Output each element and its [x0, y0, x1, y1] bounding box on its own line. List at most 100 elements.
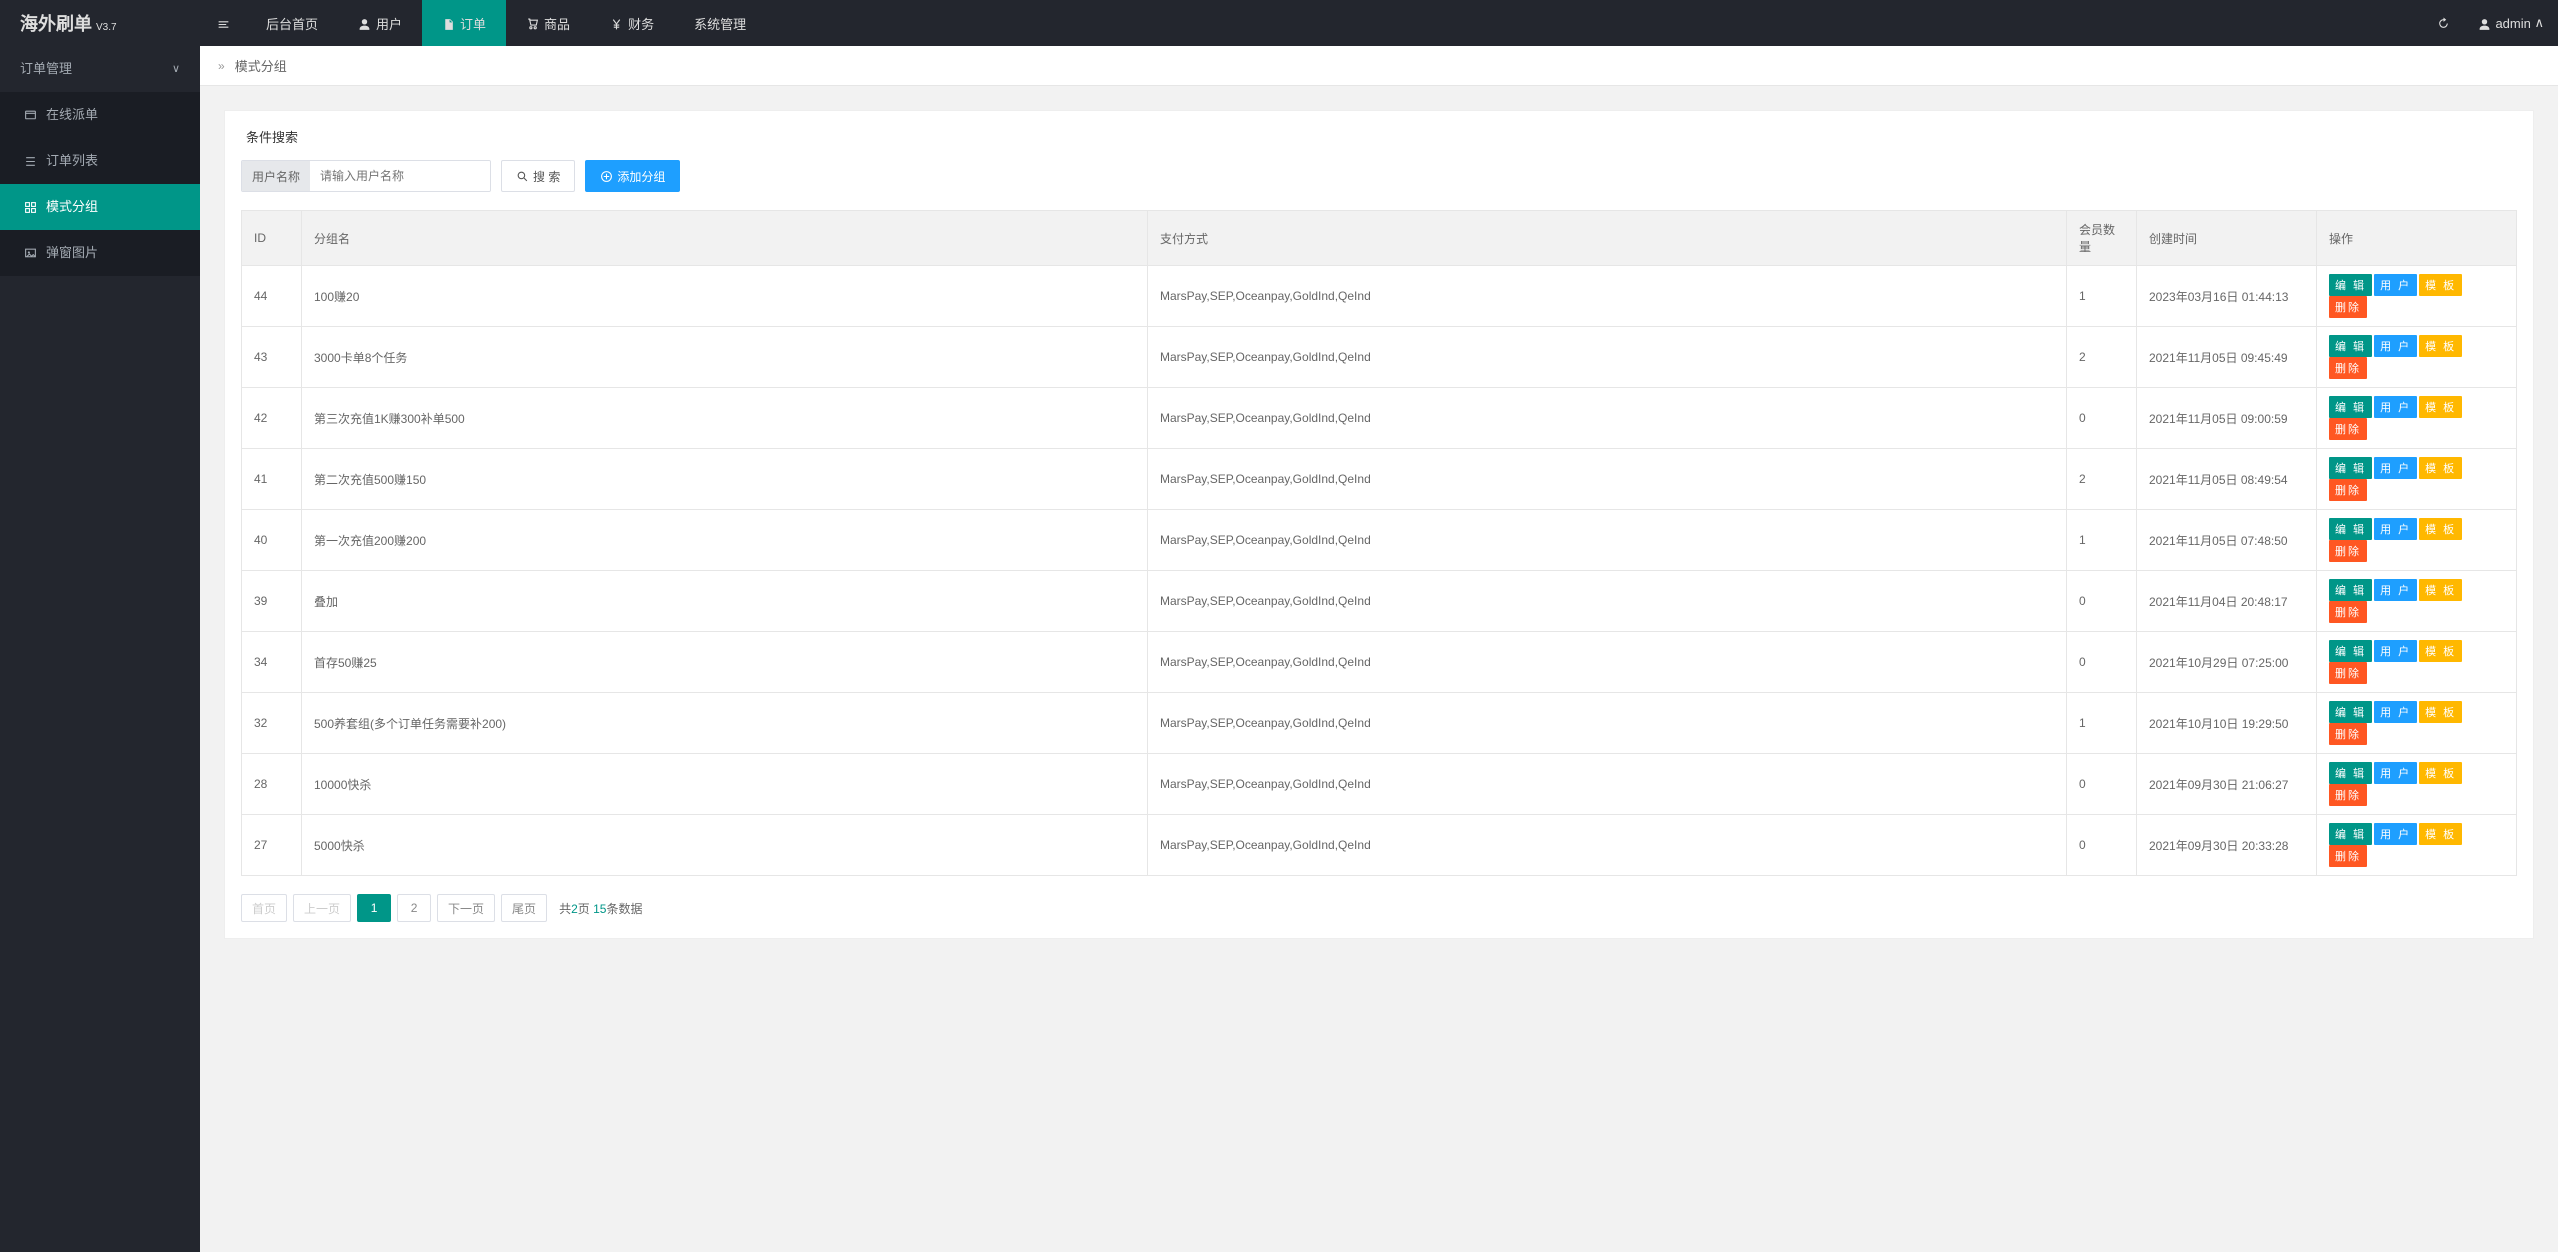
nav-label: 用户: [376, 14, 402, 33]
edit-button[interactable]: 编 辑: [2329, 579, 2372, 601]
cell-time: 2021年09月30日 21:06:27: [2137, 754, 2317, 815]
page-first[interactable]: 首页: [241, 894, 287, 922]
nav-label: 系统管理: [694, 14, 746, 33]
user-button[interactable]: 用 户: [2374, 701, 2417, 723]
user-button[interactable]: 用 户: [2374, 335, 2417, 357]
template-button[interactable]: 模 板: [2419, 640, 2462, 662]
page-2[interactable]: 2: [397, 894, 431, 922]
search-button[interactable]: 搜 索: [501, 160, 575, 192]
cell-action: 编 辑用 户模 板删除: [2317, 815, 2517, 876]
cell-time: 2021年11月05日 09:45:49: [2137, 327, 2317, 388]
th-pay: 支付方式: [1147, 211, 2066, 266]
table-row: 433000卡单8个任务MarsPay,SEP,Oceanpay,GoldInd…: [242, 327, 2517, 388]
template-button[interactable]: 模 板: [2419, 335, 2462, 357]
edit-button[interactable]: 编 辑: [2329, 396, 2372, 418]
breadcrumb-arrow-icon: »: [218, 59, 225, 73]
yen-icon: [610, 15, 623, 30]
user-button[interactable]: 用 户: [2374, 762, 2417, 784]
username-input[interactable]: [310, 161, 490, 191]
sidebar-group-label: 订单管理: [20, 46, 72, 92]
pg-totalpages: 2: [571, 902, 578, 916]
nav-label: 商品: [544, 14, 570, 33]
sidebar-item-orderlist[interactable]: 订单列表: [0, 138, 200, 184]
cell-time: 2021年10月10日 19:29:50: [2137, 693, 2317, 754]
edit-button[interactable]: 编 辑: [2329, 640, 2372, 662]
edit-button[interactable]: 编 辑: [2329, 823, 2372, 845]
user-button[interactable]: 用 户: [2374, 640, 2417, 662]
template-button[interactable]: 模 板: [2419, 823, 2462, 845]
cell-id: 39: [242, 571, 302, 632]
delete-button[interactable]: 删除: [2329, 784, 2367, 806]
user-button[interactable]: 用 户: [2374, 457, 2417, 479]
user-button[interactable]: 用 户: [2374, 823, 2417, 845]
user-button[interactable]: 用 户: [2374, 579, 2417, 601]
page-1[interactable]: 1: [357, 894, 391, 922]
brand: 海外刷单 V3.7: [0, 10, 200, 36]
page-next[interactable]: 下一页: [437, 894, 495, 922]
sidebar-item-popupimage[interactable]: 弹窗图片: [0, 230, 200, 276]
template-button[interactable]: 模 板: [2419, 579, 2462, 601]
template-button[interactable]: 模 板: [2419, 457, 2462, 479]
cell-pay: MarsPay,SEP,Oceanpay,GoldInd,QeInd: [1147, 754, 2066, 815]
template-button[interactable]: 模 板: [2419, 762, 2462, 784]
cell-id: 44: [242, 266, 302, 327]
cell-action: 编 辑用 户模 板删除: [2317, 266, 2517, 327]
cell-count: 0: [2067, 815, 2137, 876]
cell-id: 43: [242, 327, 302, 388]
delete-button[interactable]: 删除: [2329, 296, 2367, 318]
user-menu[interactable]: admin ∧: [2464, 0, 2558, 46]
delete-button[interactable]: 删除: [2329, 723, 2367, 745]
cell-id: 34: [242, 632, 302, 693]
user-button[interactable]: 用 户: [2374, 274, 2417, 296]
template-button[interactable]: 模 板: [2419, 518, 2462, 540]
nav-label: 后台首页: [266, 14, 318, 33]
cell-count: 0: [2067, 632, 2137, 693]
nav-system[interactable]: 系统管理: [674, 0, 766, 46]
menu-toggle-icon[interactable]: [200, 15, 246, 31]
cell-id: 40: [242, 510, 302, 571]
template-button[interactable]: 模 板: [2419, 701, 2462, 723]
th-action: 操作: [2317, 211, 2517, 266]
cell-time: 2021年11月05日 07:48:50: [2137, 510, 2317, 571]
delete-button[interactable]: 删除: [2329, 479, 2367, 501]
cell-name: 第二次充值500赚150: [302, 449, 1148, 510]
edit-button[interactable]: 编 辑: [2329, 457, 2372, 479]
sidebar-item-label: 弹窗图片: [46, 230, 98, 276]
page-prev[interactable]: 上一页: [293, 894, 351, 922]
cell-name: 第一次充值200赚200: [302, 510, 1148, 571]
add-group-button[interactable]: 添加分组: [585, 160, 680, 192]
nav-user[interactable]: 用户: [338, 0, 422, 46]
page-last[interactable]: 尾页: [501, 894, 547, 922]
delete-button[interactable]: 删除: [2329, 540, 2367, 562]
sidebar-item-dispatch[interactable]: 在线派单: [0, 92, 200, 138]
search-button-label: 搜 索: [533, 168, 560, 185]
delete-button[interactable]: 删除: [2329, 601, 2367, 623]
nav-finance[interactable]: 财务: [590, 0, 674, 46]
cell-time: 2021年10月29日 07:25:00: [2137, 632, 2317, 693]
edit-button[interactable]: 编 辑: [2329, 518, 2372, 540]
delete-button[interactable]: 删除: [2329, 418, 2367, 440]
edit-button[interactable]: 编 辑: [2329, 701, 2372, 723]
sidebar-item-modegroup[interactable]: 模式分组: [0, 184, 200, 230]
search-title: 条件搜索: [241, 127, 2517, 146]
delete-button[interactable]: 删除: [2329, 662, 2367, 684]
edit-button[interactable]: 编 辑: [2329, 335, 2372, 357]
table-row: 40第一次充值200赚200MarsPay,SEP,Oceanpay,GoldI…: [242, 510, 2517, 571]
template-button[interactable]: 模 板: [2419, 274, 2462, 296]
user-button[interactable]: 用 户: [2374, 396, 2417, 418]
nav-home[interactable]: 后台首页: [246, 0, 338, 46]
top-nav: 后台首页 用户 订单 商品 财务 系统管理: [246, 0, 766, 46]
th-count: 会员数量: [2067, 211, 2137, 266]
nav-product[interactable]: 商品: [506, 0, 590, 46]
nav-order[interactable]: 订单: [422, 0, 506, 46]
brand-version: V3.7: [96, 22, 117, 33]
edit-button[interactable]: 编 辑: [2329, 274, 2372, 296]
user-button[interactable]: 用 户: [2374, 518, 2417, 540]
pg-suffix: 条数据: [606, 902, 642, 916]
edit-button[interactable]: 编 辑: [2329, 762, 2372, 784]
delete-button[interactable]: 删除: [2329, 357, 2367, 379]
template-button[interactable]: 模 板: [2419, 396, 2462, 418]
delete-button[interactable]: 删除: [2329, 845, 2367, 867]
sidebar-group-order[interactable]: 订单管理 ∨: [0, 46, 200, 92]
refresh-button[interactable]: [2423, 0, 2464, 46]
